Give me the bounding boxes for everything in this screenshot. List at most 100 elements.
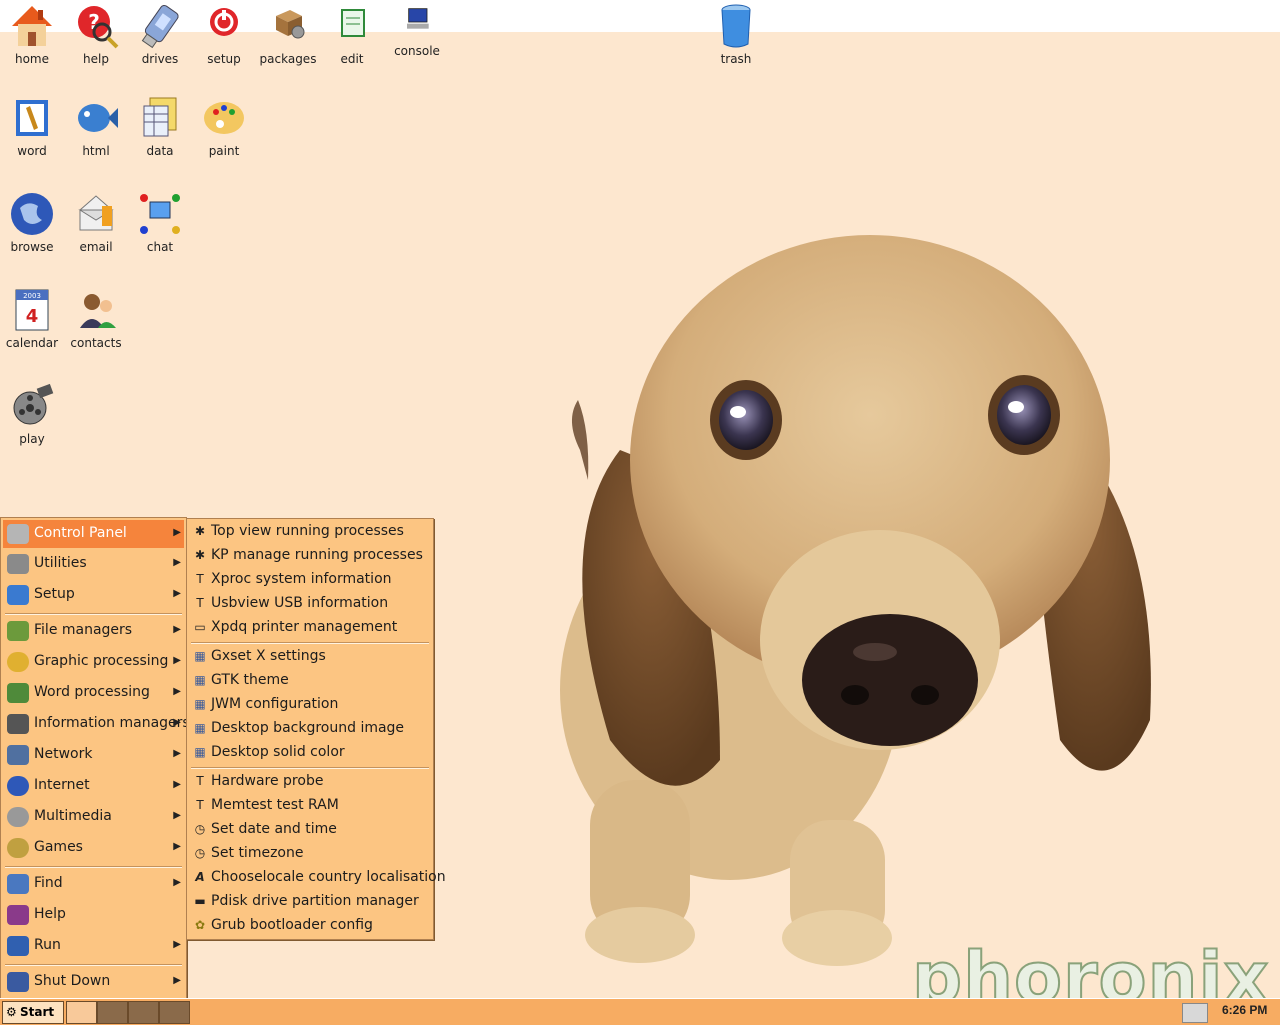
desktop-icon-paint[interactable]: paint bbox=[192, 94, 256, 158]
desktop-icon-browse[interactable]: browse bbox=[0, 190, 64, 254]
submenu-item-label: Gxset X settings bbox=[211, 648, 326, 664]
word-processing-icon bbox=[7, 683, 29, 703]
desktop-icon-email[interactable]: email bbox=[64, 190, 128, 254]
submenu-item-xpdq[interactable]: ▭ Xpdq printer management bbox=[189, 617, 429, 639]
menu-item-label: File managers bbox=[34, 622, 133, 638]
desktop-icon-label: help bbox=[83, 52, 109, 66]
desktop-icon-label: edit bbox=[340, 52, 364, 66]
file-managers-icon bbox=[7, 621, 29, 641]
desktop-icon-chat[interactable]: chat bbox=[128, 190, 192, 254]
menu-item-label: Information managers bbox=[34, 715, 190, 731]
workspace-3[interactable] bbox=[128, 1001, 159, 1024]
submenu-arrow-icon: ▶ bbox=[173, 975, 181, 986]
submenu-item-jwm[interactable]: ▦ JWM configuration bbox=[189, 694, 429, 716]
menu-item-multimedia[interactable]: Multimedia ▶ bbox=[3, 803, 184, 831]
desktop-icon-help[interactable]: ? help bbox=[64, 2, 128, 66]
start-button[interactable]: ⚙ Start bbox=[2, 1001, 64, 1024]
usb-drive-icon bbox=[141, 4, 179, 49]
menu-item-label: Control Panel bbox=[34, 525, 127, 541]
desktop-icon-edit[interactable]: edit bbox=[320, 2, 384, 66]
desktop-icon-calendar[interactable]: 2003 4 calendar bbox=[0, 286, 64, 350]
menu-item-internet[interactable]: Internet ▶ bbox=[3, 772, 184, 800]
menu-item-word-processing[interactable]: Word processing ▶ bbox=[3, 679, 184, 707]
menu-item-help[interactable]: Help bbox=[3, 901, 184, 929]
submenu-item-pdisk[interactable]: ▬ Pdisk drive partition manager bbox=[189, 891, 429, 913]
menu-item-network[interactable]: Network ▶ bbox=[3, 741, 184, 769]
menu-item-graphic-processing[interactable]: Graphic processing ▶ bbox=[3, 648, 184, 676]
runner-icon: ✱ bbox=[194, 524, 206, 538]
submenu-item-hardware-probe[interactable]: T Hardware probe bbox=[189, 771, 429, 793]
workspace-4[interactable] bbox=[159, 1001, 190, 1024]
desktop-icon-home[interactable]: home bbox=[0, 2, 64, 66]
font-a-icon: A bbox=[195, 870, 205, 884]
menu-item-information-managers[interactable]: Information managers ▶ bbox=[3, 710, 190, 738]
clock[interactable]: 6:26 PM bbox=[1222, 1003, 1267, 1017]
submenu-item-gxset[interactable]: ▦ Gxset X settings bbox=[189, 646, 429, 668]
submenu-item-kp[interactable]: ✱ KP manage running processes bbox=[189, 545, 429, 567]
desktop-icon-console[interactable]: console bbox=[385, 2, 449, 58]
hammer-icon: T bbox=[196, 774, 204, 788]
internet-icon bbox=[7, 776, 29, 796]
desktop-icon-data[interactable]: data bbox=[128, 94, 192, 158]
menu-item-file-managers[interactable]: File managers ▶ bbox=[3, 617, 184, 645]
menu-item-control-panel[interactable]: Control Panel ▶ bbox=[3, 520, 184, 548]
desktop-icon-label: paint bbox=[208, 144, 240, 158]
desktop-icon-html[interactable]: html bbox=[64, 94, 128, 158]
submenu-item-xproc[interactable]: T Xproc system information bbox=[189, 569, 429, 591]
submenu-item-usbview[interactable]: T Usbview USB information bbox=[189, 593, 429, 615]
submenu-item-top[interactable]: ✱ Top view running processes bbox=[189, 521, 429, 543]
clock-icon: ◷ bbox=[194, 846, 206, 860]
desktop-icon-packages[interactable]: packages bbox=[256, 2, 320, 66]
puppy-wallpaper bbox=[560, 235, 1151, 966]
grub-icon: ✿ bbox=[194, 918, 206, 932]
submenu-arrow-icon: ▶ bbox=[173, 877, 181, 888]
desktop-icon-contacts[interactable]: contacts bbox=[64, 286, 128, 350]
submenu-item-grub[interactable]: ✿ Grub bootloader config bbox=[189, 915, 429, 937]
printer-icon: ▭ bbox=[194, 620, 206, 634]
menu-item-setup[interactable]: Setup ▶ bbox=[3, 581, 184, 609]
desktop-icon-label: word bbox=[17, 144, 47, 158]
calendar-icon-day: 4 bbox=[26, 306, 39, 327]
submenu-arrow-icon: ▶ bbox=[173, 841, 181, 852]
menu-item-find[interactable]: Find ▶ bbox=[3, 870, 184, 898]
desktop-icon-word[interactable]: word bbox=[0, 94, 64, 158]
submenu-item-label: Xpdq printer management bbox=[211, 619, 398, 635]
desktop-icon-label: drives bbox=[141, 52, 179, 66]
desktop-icon-drives[interactable]: drives bbox=[128, 2, 192, 66]
desktop-icon-label: play bbox=[19, 432, 45, 446]
submenu-item-label: Desktop background image bbox=[211, 720, 405, 736]
settings-panel-icon: ▦ bbox=[194, 721, 206, 735]
help-book-icon bbox=[7, 905, 29, 925]
desktop-icon-trash[interactable]: trash bbox=[704, 2, 768, 66]
submenu-arrow-icon: ▶ bbox=[173, 557, 181, 568]
submenu-item-desktop-solid-color[interactable]: ▦ Desktop solid color bbox=[189, 742, 429, 764]
submenu-item-date-time[interactable]: ◷ Set date and time bbox=[189, 819, 429, 841]
globe-icon bbox=[11, 193, 53, 235]
menu-item-games[interactable]: Games ▶ bbox=[3, 834, 184, 862]
submenu-item-desktop-background[interactable]: ▦ Desktop background image bbox=[189, 718, 429, 740]
hammer-icon: T bbox=[196, 798, 204, 812]
menu-item-shut-down[interactable]: Shut Down ▶ bbox=[3, 968, 184, 996]
calendar-icon-year: 2003 bbox=[23, 292, 41, 300]
submenu-item-memtest[interactable]: T Memtest test RAM bbox=[189, 795, 429, 817]
disk-drive-icon: ▬ bbox=[194, 894, 206, 908]
show-desktop-icon[interactable] bbox=[1182, 1003, 1208, 1023]
desktop-icon-label: setup bbox=[207, 52, 241, 66]
hammer-icon: T bbox=[196, 572, 204, 586]
settings-panel-icon: ▦ bbox=[194, 649, 206, 663]
menu-item-utilities[interactable]: Utilities ▶ bbox=[3, 550, 184, 578]
submenu-item-timezone[interactable]: ◷ Set timezone bbox=[189, 843, 429, 865]
menu-item-run[interactable]: Run ▶ bbox=[3, 932, 184, 960]
workspace-1[interactable] bbox=[66, 1001, 97, 1024]
setup-icon bbox=[210, 8, 238, 36]
trash-icon bbox=[721, 4, 751, 48]
menu-item-label: Find bbox=[34, 875, 63, 891]
submenu-item-label: Desktop solid color bbox=[211, 744, 345, 760]
desktop-icon-setup[interactable]: setup bbox=[192, 2, 256, 66]
workspace-2[interactable] bbox=[97, 1001, 128, 1024]
submenu-item-gtk-theme[interactable]: ▦ GTK theme bbox=[189, 670, 429, 692]
desktop-icon-play[interactable]: play bbox=[0, 382, 64, 446]
submenu-item-chooselocale[interactable]: A Chooselocale country localisation bbox=[189, 867, 445, 889]
start-menu: Control Panel ▶ Utilities ▶ Setup ▶ File… bbox=[0, 517, 190, 999]
desktop-icon-label: calendar bbox=[5, 336, 59, 350]
